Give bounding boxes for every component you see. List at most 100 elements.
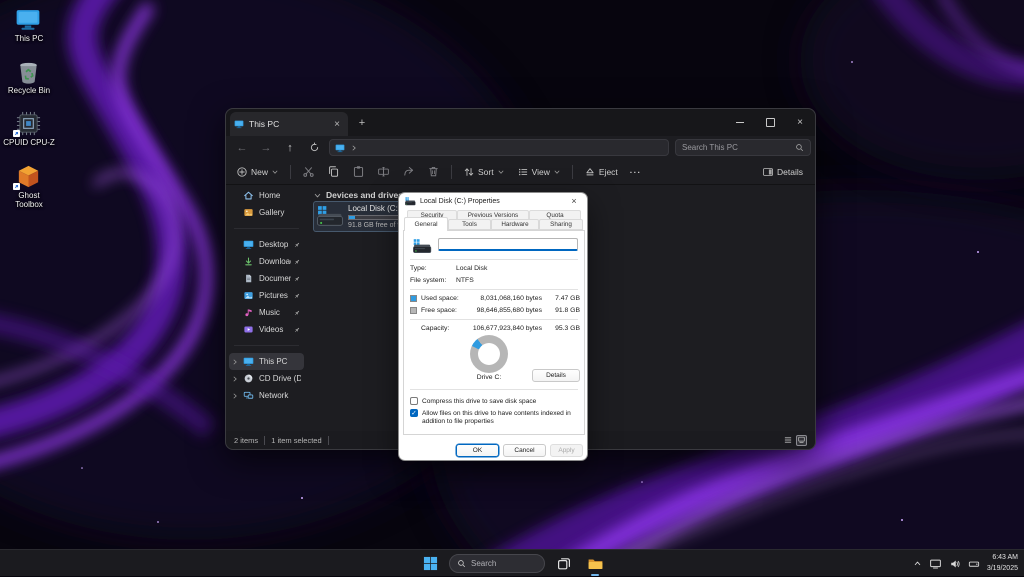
monitor-icon [234,119,244,129]
copy-button[interactable] [321,162,346,182]
used-space-swatch [410,295,417,302]
volume-label-input[interactable] [438,238,578,251]
ok-button[interactable]: OK [456,444,499,457]
sidebar-item-cd-drive[interactable]: CD Drive (D:) Virtua [229,370,304,387]
refresh-icon [309,142,320,153]
chevron-right-icon [231,392,239,400]
more-options-button[interactable]: ··· [624,162,648,182]
tab-general[interactable]: General [404,217,448,231]
volume-icon[interactable] [949,558,961,570]
dialog-close-button[interactable]: × [567,196,581,206]
desktop-icon-recycle-bin[interactable]: Recycle Bin [0,58,58,95]
sidebar-item-network[interactable]: Network [229,387,304,404]
share-icon [402,165,415,178]
date: 3/19/2025 [987,564,1018,574]
paste-button[interactable] [346,162,371,182]
downloads-icon [243,256,254,267]
rename-button[interactable] [371,162,396,182]
sidebar-item-documents[interactable]: Documents [229,270,304,287]
section-devices-and-drives[interactable]: Devices and drives [313,190,403,200]
sidebar-item-label: Network [259,391,301,400]
pin-icon [293,292,301,300]
drive-usage-fill [349,216,355,219]
maximize-button[interactable] [755,109,785,136]
delete-button[interactable] [421,162,446,182]
pin-icon [293,326,301,334]
chevron-down-icon [553,168,561,176]
sidebar-item-gallery[interactable]: Gallery [229,204,304,221]
desktop-icon-cpuz[interactable]: CPUID CPU-Z [0,110,58,147]
chevron-down-icon [313,191,322,200]
desktop-icon-label: Recycle Bin [0,86,58,95]
capacity-bytes: 106,677,923,840 bytes [463,325,548,332]
compress-checkbox[interactable]: ✓ [410,397,418,405]
monitor-icon [15,6,41,32]
taskbar-search-box[interactable] [449,554,545,573]
sidebar-item-home[interactable]: Home [229,187,304,204]
new-tab-button[interactable]: + [354,115,370,131]
explorer-tab-this-pc[interactable]: This PC × [230,112,348,136]
sort-button[interactable]: Sort [457,162,511,182]
details-button[interactable]: Details [532,369,580,382]
start-button[interactable] [418,552,442,576]
explorer-search-box[interactable] [675,139,811,156]
divider [410,319,578,320]
sidebar-item-music[interactable]: Music [229,304,304,321]
cancel-button[interactable]: Cancel [503,444,546,457]
chevron-right-icon [350,144,358,152]
share-button[interactable] [396,162,421,182]
desktop-icon-ghost-toolbox[interactable]: Ghost Toolbox [0,163,58,209]
large-icons-view-icon [797,435,806,445]
free-space-row: Free space: 98,646,855,680 bytes 91.8 GB [410,307,580,314]
cut-button[interactable] [296,162,321,182]
eject-button[interactable]: Eject [578,162,624,182]
up-button[interactable]: ↑ [278,142,302,154]
items-count: 2 items [234,436,258,445]
sidebar-item-pictures[interactable]: Pictures [229,287,304,304]
command-bar: New Sort View Eject ··· Details [226,159,815,185]
list-view-icon [783,435,793,445]
desktop-icon-this-pc[interactable]: This PC [0,6,58,43]
details-pane-button[interactable]: Details [756,162,809,182]
sidebar-item-label: Downloads [259,257,291,266]
recycle-bin-icon [15,58,42,85]
clock[interactable]: 6:43 AM 3/19/2025 [987,553,1018,573]
tab-tools[interactable]: Tools [448,219,491,230]
display-tray-icon[interactable] [929,557,942,570]
minimize-button[interactable] [725,109,755,136]
address-bar[interactable] [329,139,669,156]
view-button[interactable]: View [511,162,567,182]
taskbar-search-input[interactable] [471,559,537,568]
explorer-search-input[interactable] [682,143,795,152]
tab-title: This PC [249,119,330,129]
close-button[interactable]: × [785,109,815,136]
divider [410,289,578,290]
hard-drive-icon [317,206,344,227]
list-view-toggle[interactable] [782,435,793,446]
file-explorer-taskbar-button[interactable] [583,552,607,576]
sidebar-item-videos[interactable]: Videos [229,321,304,338]
tab-sharing[interactable]: Sharing [539,219,583,230]
large-icons-view-toggle[interactable] [796,435,807,446]
hidden-icons-chevron-icon[interactable] [913,559,922,568]
used-space-row: Used space: 8,031,068,160 bytes 7.47 GB [410,295,580,302]
desktop-icon [243,239,254,250]
tab-close-icon[interactable]: × [330,119,344,130]
file-system-row: File system: NTFS [410,277,580,284]
task-view-button[interactable] [552,552,576,576]
back-button[interactable]: ← [230,142,254,154]
refresh-button[interactable] [302,142,326,153]
sidebar-item-this-pc[interactable]: This PC [229,353,304,370]
sidebar-item-desktop[interactable]: Desktop [229,236,304,253]
used-space-label: Used space: [421,295,463,302]
sidebar-item-downloads[interactable]: Downloads [229,253,304,270]
drive-tray-icon[interactable] [968,558,980,570]
capacity-label: Capacity: [421,325,463,332]
new-plus-icon [236,166,248,178]
forward-button[interactable]: → [254,142,278,154]
new-button[interactable]: New [230,162,285,182]
apply-button[interactable]: Apply [550,444,583,457]
index-checkbox[interactable]: ✓ [410,409,418,417]
search-icon [457,559,466,568]
tab-hardware[interactable]: Hardware [491,219,539,230]
